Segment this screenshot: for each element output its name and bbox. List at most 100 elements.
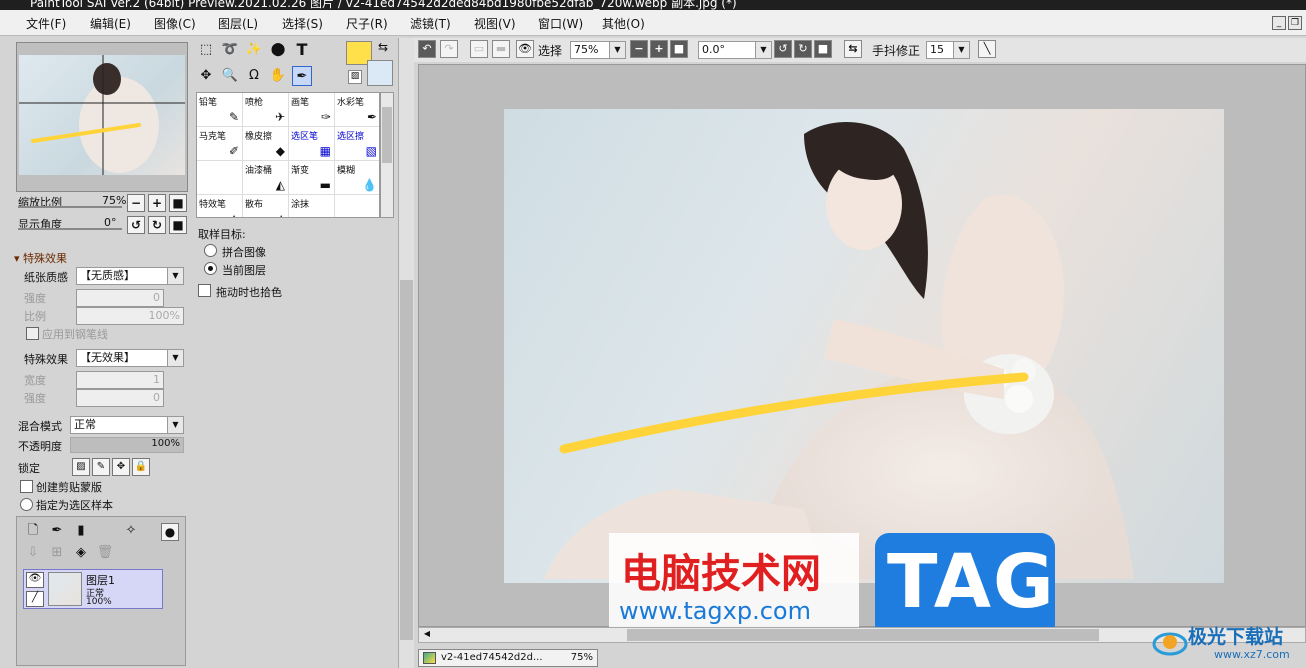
invert-select-icon[interactable]: ▬ (492, 40, 510, 58)
merge-down-icon[interactable]: ⊞ (47, 543, 67, 563)
brush-cell[interactable]: 选区笔 ▦ (289, 127, 335, 161)
delete-layer-icon[interactable]: 🗑 (95, 543, 115, 563)
eyedropper-icon[interactable]: ✒ (292, 66, 312, 86)
hand-icon[interactable]: ✋ (268, 66, 288, 86)
zoom-in-icon[interactable]: + (650, 40, 668, 58)
opacity-slider[interactable]: 100% (70, 437, 184, 453)
menu-view[interactable]: 视图(V) (474, 15, 516, 32)
menu-layer[interactable]: 图层(L) (218, 15, 258, 32)
stabilizer-select[interactable]: 15 ▼ (926, 41, 970, 59)
blend-mode-select[interactable]: 正常 ▼ (70, 416, 184, 434)
brush-cell[interactable]: 渐变 ▬ (289, 161, 335, 195)
layer-effect-icon[interactable]: ✧ (121, 521, 141, 541)
brush-scroll-thumb[interactable] (382, 107, 392, 163)
brush-cell[interactable]: 选区擦 ▧ (335, 127, 379, 161)
eye-toggle-icon[interactable]: 👁 (516, 40, 534, 58)
brush-scrollbar[interactable] (380, 92, 394, 218)
menu-edit[interactable]: 编辑(E) (90, 15, 131, 32)
zoom-reset-button[interactable]: ■ (169, 194, 187, 212)
tools-vertical-scrollbar[interactable] (398, 38, 414, 668)
transparent-color-icon[interactable]: ▨ (348, 70, 362, 84)
text-tool-icon[interactable]: T (292, 40, 312, 60)
zoom-in-button[interactable]: + (148, 194, 166, 212)
transfer-down-icon[interactable]: ⇩ (23, 543, 43, 563)
canvas-image[interactable] (504, 109, 1224, 583)
restore-icon[interactable]: ❐ (1288, 16, 1302, 30)
lock-move-icon[interactable]: ✥ (112, 458, 130, 476)
magic-wand-icon[interactable]: ✨ (244, 40, 264, 60)
lock-all-icon[interactable]: 🔒 (132, 458, 150, 476)
zoom-tool-icon[interactable]: 🔍 (220, 66, 240, 86)
brush-cell[interactable]: 画笔 ✑ (289, 93, 335, 127)
clear-layer-icon[interactable]: ◈ (71, 543, 91, 563)
menu-filter[interactable]: 滤镜(T) (410, 15, 451, 32)
zoom-slider[interactable] (18, 206, 122, 208)
undo-icon[interactable]: ↶ (418, 40, 436, 58)
brush-cell[interactable]: 模糊 💧 (335, 161, 379, 195)
angle-select[interactable]: 0.0° ▼ (698, 41, 772, 59)
strength-field[interactable]: 0 (76, 289, 164, 307)
rotate-reset-icon[interactable]: ■ (814, 40, 832, 58)
menu-file[interactable]: 文件(F) (26, 15, 66, 32)
lock-transparency-icon[interactable]: ▨ (72, 458, 90, 476)
deselect-icon[interactable]: ▭ (470, 40, 488, 58)
lasso-icon[interactable]: ➰ (220, 40, 240, 60)
eye-icon[interactable]: 👁 (26, 572, 44, 588)
canvas-area[interactable]: 电脑技术网 www.tagxp.com TAG (418, 64, 1306, 639)
minimize-icon[interactable]: _ (1272, 16, 1286, 30)
rotate-left-button[interactable]: ↺ (127, 216, 145, 234)
lock-paint-icon[interactable]: ✎ (92, 458, 110, 476)
angle-slider[interactable] (18, 228, 122, 230)
current-layer-radio[interactable] (204, 262, 217, 275)
strength2-field[interactable]: 0 (76, 389, 164, 407)
move-icon[interactable]: ✥ (196, 66, 216, 86)
zoom-out-icon[interactable]: − (630, 40, 648, 58)
new-folder-icon[interactable]: ▮ (71, 521, 91, 541)
drag-pick-checkbox[interactable] (198, 284, 211, 297)
brush-cell[interactable]: 橡皮擦 ◆ (243, 127, 289, 161)
menu-other[interactable]: 其他(O) (602, 15, 645, 32)
effects-header[interactable]: ▾ 特殊效果 (14, 250, 67, 266)
merged-image-radio[interactable] (204, 244, 217, 257)
redo-icon[interactable]: ↷ (440, 40, 458, 58)
zoom-out-button[interactable]: − (127, 194, 145, 212)
brush-cell[interactable] (335, 195, 379, 217)
brush-cell[interactable]: 水彩笔 ✒ (335, 93, 379, 127)
layer-row[interactable]: 👁 ╱ 图层1 正常 100% (23, 569, 163, 609)
pen-icon[interactable]: ╱ (26, 591, 44, 607)
rotate-cw-icon[interactable]: ↻ (794, 40, 812, 58)
brush-cell[interactable] (197, 161, 243, 195)
brush-cell[interactable]: 油漆桶 ◭ (243, 161, 289, 195)
rotate-reset-button[interactable]: ■ (169, 216, 187, 234)
mask-icon[interactable]: ● (161, 523, 179, 541)
swap-colors-icon[interactable]: ⇆ (378, 40, 388, 54)
rotate-tool-icon[interactable]: Ω (244, 66, 264, 86)
zoom-fit-icon[interactable]: ■ (670, 40, 688, 58)
secondary-color-swatch[interactable] (367, 60, 393, 86)
scale-field[interactable]: 100% (76, 307, 184, 325)
menu-select[interactable]: 选择(S) (282, 15, 323, 32)
rect-select-icon[interactable]: ⬚ (196, 40, 216, 60)
menu-ruler[interactable]: 尺子(R) (346, 15, 388, 32)
menu-window[interactable]: 窗口(W) (538, 15, 583, 32)
effect-select[interactable]: 【无效果】 ▼ (76, 349, 184, 367)
clip-mask-checkbox[interactable] (20, 480, 33, 493)
brush-cell[interactable]: 涂抹 ☁ (289, 195, 335, 217)
paper-texture-select[interactable]: 【无质感】 ▼ (76, 267, 184, 285)
straight-line-icon[interactable]: ╲ (978, 40, 996, 58)
brush-cell[interactable]: 喷枪 ✈ (243, 93, 289, 127)
tools-scroll-thumb[interactable] (400, 280, 413, 640)
navigator-preview[interactable] (19, 55, 185, 175)
width-field[interactable]: 1 (76, 371, 164, 389)
brush-cell[interactable]: 铅笔 ✎ (197, 93, 243, 127)
apply-pen-checkbox[interactable] (26, 327, 39, 340)
shape-icon[interactable]: ⬤ (268, 40, 288, 60)
document-tab[interactable]: v2-41ed74542d2d... 75% (418, 649, 598, 667)
new-vector-layer-icon[interactable]: ✒ (47, 521, 67, 541)
flip-icon[interactable]: ⇆ (844, 40, 862, 58)
canvas-scroll-thumb[interactable] (627, 629, 1099, 641)
rotate-right-button[interactable]: ↻ (148, 216, 166, 234)
selection-sample-radio[interactable] (20, 498, 33, 511)
brush-cell[interactable]: 马克笔 ✐ (197, 127, 243, 161)
scroll-left-icon[interactable]: ◀ (421, 629, 433, 641)
